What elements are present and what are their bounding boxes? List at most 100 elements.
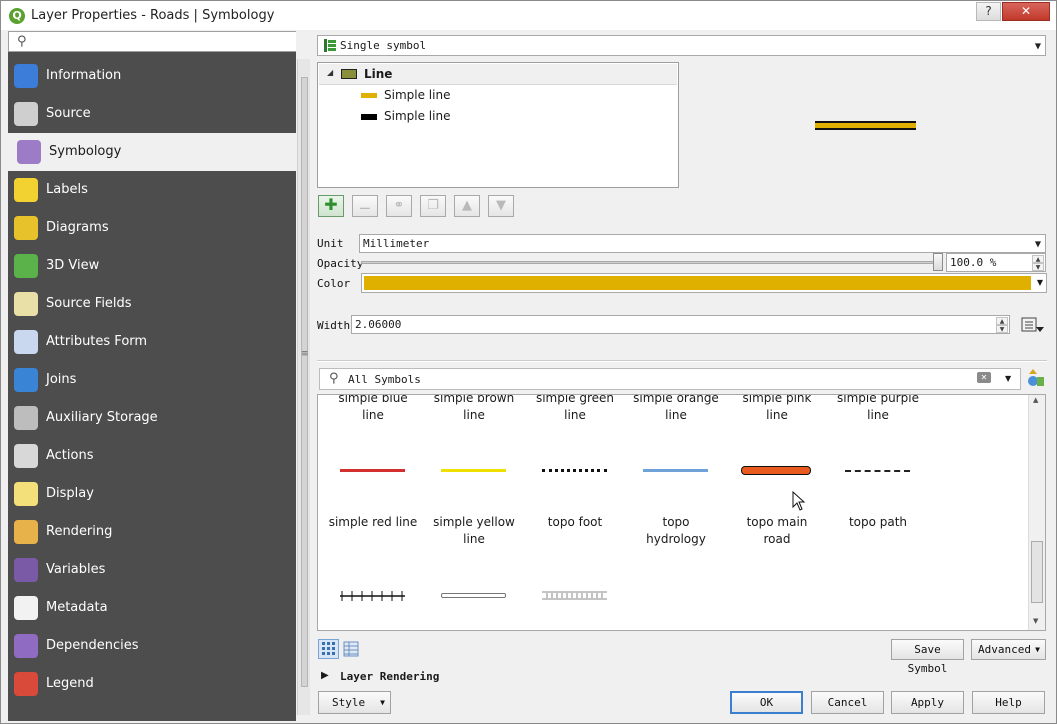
style-button[interactable]: Style ▼ — [318, 691, 391, 714]
layer-rendering-group[interactable]: Layer Rendering — [340, 670, 439, 683]
spin-down-icon[interactable]: ▼ — [996, 325, 1008, 333]
sidebar-item-diagrams[interactable]: Diagrams — [8, 209, 296, 247]
opacity-spinbox[interactable]: 100.0 % ▲ ▼ — [946, 253, 1046, 272]
sidebar-item-labels[interactable]: Labels — [8, 171, 296, 209]
sidebar-item-legend[interactable]: Legend — [8, 665, 296, 703]
topo-foot-preview[interactable] — [542, 469, 607, 472]
clear-search-icon[interactable]: ✕ — [977, 372, 991, 383]
horizontal-splitter[interactable] — [317, 360, 1047, 362]
color-button[interactable]: ▼ — [361, 273, 1047, 293]
collapse-triangle-icon[interactable]: ▶ — [321, 670, 329, 681]
sidebar-item-dependencies[interactable]: Dependencies — [8, 627, 296, 665]
tree-row-root[interactable]: ◢ Line — [319, 64, 677, 85]
opacity-slider-handle[interactable] — [933, 253, 943, 271]
splitter-scrollbar-thumb[interactable] — [301, 77, 308, 687]
opacity-slider-track[interactable] — [361, 261, 943, 264]
sidebar-item-label: Symbology — [49, 144, 122, 159]
symbol-grid-scrollbar[interactable]: ▲ ▼ — [1028, 395, 1045, 630]
sidebar-search-input[interactable]: ⚲ — [8, 31, 296, 52]
sidebar-item-rendering[interactable]: Rendering — [8, 513, 296, 551]
information-icon — [14, 64, 38, 88]
help-button[interactable]: Help — [972, 691, 1045, 714]
sidebar-item-symbology[interactable]: Symbology — [8, 133, 296, 171]
simple-red-line-preview[interactable] — [340, 469, 405, 472]
remove-symbol-layer-button[interactable]: ⚊ — [352, 195, 378, 217]
sidebar-item-source[interactable]: Source — [8, 95, 296, 133]
symbol-label[interactable]: topo main road — [727, 514, 827, 548]
symbol-label[interactable]: simple blue line — [323, 395, 423, 424]
sidebar-item-source-fields[interactable]: Source Fields — [8, 285, 296, 323]
chevron-down-icon[interactable]: ▼ — [1005, 374, 1011, 383]
symbol-label[interactable]: simple purple line — [828, 395, 928, 424]
sidebar-item-label: Rendering — [46, 524, 113, 539]
scroll-up-icon[interactable]: ▲ — [1033, 396, 1038, 404]
save-symbol-button[interactable]: Save Symbol — [891, 639, 964, 675]
diagrams-icon — [14, 216, 38, 240]
symbol-label[interactable]: topo hydrology — [626, 514, 726, 548]
sidebar-item-label: Labels — [46, 182, 88, 197]
tree-root-label: Line — [364, 67, 393, 81]
topo-hydrology-preview[interactable] — [643, 469, 708, 472]
sidebar-item-label: Auxiliary Storage — [46, 410, 158, 425]
search-icon: ⚲ — [17, 34, 27, 49]
unit-select[interactable]: Millimeter ▼ — [359, 234, 1046, 253]
tree-row-layer-2[interactable]: Simple line — [319, 107, 677, 128]
spin-down-icon[interactable]: ▼ — [1032, 263, 1044, 271]
advanced-button[interactable]: Advanced ▼ — [971, 639, 1046, 660]
railway-line-preview[interactable] — [340, 590, 405, 601]
sidebar-item-actions[interactable]: Actions — [8, 437, 296, 475]
sidebar-item-variables[interactable]: Variables — [8, 551, 296, 589]
expand-triangle-icon[interactable]: ◢ — [327, 68, 333, 77]
data-defined-override-icon[interactable] — [1019, 316, 1045, 334]
scroll-down-icon[interactable]: ▼ — [1033, 617, 1038, 625]
move-down-button[interactable]: ▼ — [488, 195, 514, 217]
sidebar-item-joins[interactable]: Joins — [8, 361, 296, 399]
symbol-label[interactable]: simple green line — [525, 395, 625, 424]
spin-up-icon[interactable]: ▲ — [1032, 255, 1044, 263]
spin-up-icon[interactable]: ▲ — [996, 317, 1008, 325]
symbol-label[interactable]: simple red line — [323, 514, 423, 531]
style-manager-icon[interactable] — [1025, 368, 1045, 388]
sidebar-item-auxiliary-storage[interactable]: Auxiliary Storage — [8, 399, 296, 437]
symbol-label[interactable]: topo foot — [525, 514, 625, 531]
sidebar-splitter[interactable]: ≡ — [297, 59, 310, 715]
embankment-line-preview[interactable] — [542, 590, 607, 600]
add-symbol-layer-button[interactable]: ✚ — [318, 195, 344, 217]
sidebar-item-attributes-form[interactable]: Attributes Form — [8, 323, 296, 361]
topo-path-preview[interactable] — [845, 470, 910, 472]
tree-layer-label: Simple line — [384, 88, 451, 102]
symbol-label[interactable]: topo path — [828, 514, 928, 531]
tree-row-layer-1[interactable]: Simple line — [319, 86, 677, 107]
symbol-label[interactable]: simple brown line — [424, 395, 524, 424]
sidebar-item-label: Information — [46, 68, 122, 83]
apply-button[interactable]: Apply — [891, 691, 964, 714]
symbol-label[interactable]: simple pink line — [727, 395, 827, 424]
chevron-down-icon[interactable]: ▼ — [1037, 278, 1043, 287]
move-up-button[interactable]: ▲ — [454, 195, 480, 217]
sidebar-item-metadata[interactable]: Metadata — [8, 589, 296, 627]
yellow-line-swatch-icon — [361, 93, 377, 98]
topo-main-road-preview[interactable] — [741, 466, 811, 475]
outlined-road-preview[interactable] — [441, 593, 506, 598]
joins-icon — [14, 368, 38, 392]
lock-layer-button[interactable]: ⚭ — [386, 195, 412, 217]
symbol-label[interactable]: simple yellow line — [424, 514, 524, 548]
sidebar-item-3d-view[interactable]: 3D View — [8, 247, 296, 285]
close-window-button[interactable]: ✕ — [1002, 2, 1050, 21]
line-symbol-icon — [341, 69, 357, 79]
renderer-select[interactable]: Single symbol ▼ — [317, 35, 1046, 56]
list-view-button[interactable] — [343, 641, 359, 657]
duplicate-layer-button[interactable]: ❐ — [420, 195, 446, 217]
sidebar-item-information[interactable]: Information — [8, 57, 296, 95]
symbol-search-input[interactable]: ⚲ All Symbols ✕ ▼ — [319, 368, 1021, 390]
simple-yellow-line-preview[interactable] — [441, 469, 506, 472]
cancel-button[interactable]: Cancel — [811, 691, 884, 714]
actions-gear-icon — [14, 444, 38, 468]
scrollbar-thumb[interactable] — [1031, 541, 1043, 603]
icon-view-button[interactable] — [318, 639, 339, 659]
ok-button[interactable]: OK — [730, 691, 803, 714]
help-title-button[interactable]: ? — [976, 2, 1001, 21]
symbol-label[interactable]: simple orange line — [626, 395, 726, 424]
width-spinbox[interactable]: 2.06000 ▲ ▼ — [351, 315, 1010, 334]
sidebar-item-display[interactable]: Display — [8, 475, 296, 513]
